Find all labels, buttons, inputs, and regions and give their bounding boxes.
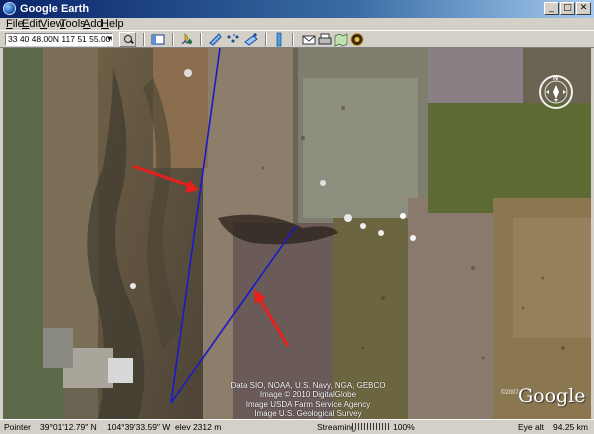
eye-alt-value: 94.25 km [553, 422, 588, 432]
pointer-latitude: 39°01'12.79" N [40, 422, 97, 432]
attribution-line: Data SIO, NOAA, U.S. Navy, NGA, GEBCO [230, 381, 386, 390]
menu-add[interactable]: Add [83, 17, 103, 31]
pointer-elevation: elev 2312 m [175, 422, 222, 432]
placemark-icon[interactable] [179, 32, 195, 47]
toolbar-separator [265, 33, 267, 46]
attribution-line: Image © 2010 DigitalGlobe [259, 390, 357, 400]
menu-help-label: elp [108, 18, 124, 30]
search-button[interactable] [119, 32, 136, 47]
image-overlay-icon[interactable] [243, 32, 259, 47]
search-input-value: 33 40 48.00N 117 51 55.00W [8, 34, 113, 44]
maximize-button[interactable]: □ [560, 2, 575, 15]
close-button[interactable]: ✕ [576, 2, 591, 15]
window-title: Google Earth [20, 3, 90, 15]
streaming-progress-bar [352, 423, 390, 430]
google-maps-icon[interactable] [333, 32, 349, 47]
path-icon[interactable] [225, 32, 241, 47]
ruler-icon[interactable] [271, 32, 287, 47]
title-bar: Google Earth _ □ ✕ [0, 0, 594, 18]
status-bar: Pointer 39°01'12.79" N 104°39'33.59" W e… [0, 419, 594, 433]
attribution-text: Data SIO, NOAA, U.S. Navy, NGA, GEBCO Im… [213, 381, 403, 418]
polygon-icon[interactable] [207, 32, 223, 47]
search-dropdown-icon[interactable]: ▼ [106, 34, 113, 45]
sky-icon[interactable] [349, 32, 365, 47]
attribution-line: Image U.S. Geological Survey [254, 408, 362, 418]
google-earth-icon [3, 2, 16, 15]
pointer-longitude: 104°39'33.59" W [107, 422, 171, 432]
toolbar-separator [292, 33, 294, 46]
attribution-line: Image USDA Farm Service Agency [245, 399, 371, 409]
search-input[interactable]: 33 40 48.00N 117 51 55.00W [5, 33, 113, 46]
toolbar: 33 40 48.00N 117 51 55.00W ▼ [0, 30, 594, 48]
earth-3d-view[interactable]: N Data SIO, NOAA, U.S. Navy, NGA, GEBCO … [3, 48, 591, 419]
toolbar-separator [172, 33, 174, 46]
email-icon[interactable] [301, 32, 317, 47]
menu-edit[interactable]: Edit [22, 17, 41, 31]
streaming-percent: 100% [393, 422, 415, 432]
google-logo: Google [518, 385, 586, 407]
print-icon[interactable] [317, 32, 333, 47]
menu-file-key: F [6, 18, 13, 30]
satellite-imagery[interactable] [3, 48, 591, 419]
eye-alt-label: Eye alt [518, 422, 544, 432]
minimize-button[interactable]: _ [544, 2, 559, 15]
pointer-label: Pointer [4, 422, 31, 432]
toolbar-separator [200, 33, 202, 46]
copyright-year: ©2007 [501, 390, 519, 396]
menu-help-key: H [101, 18, 109, 30]
toolbar-separator [143, 33, 145, 46]
menu-tools[interactable]: Tools [60, 17, 86, 31]
streaming-label: Streaming [317, 422, 356, 432]
sidebar-toggle-icon[interactable] [150, 32, 166, 47]
menu-bar: File Edit View Tools Add Help [0, 18, 594, 30]
menu-help[interactable]: Help [101, 17, 124, 31]
compass-north-label: N [553, 75, 559, 82]
